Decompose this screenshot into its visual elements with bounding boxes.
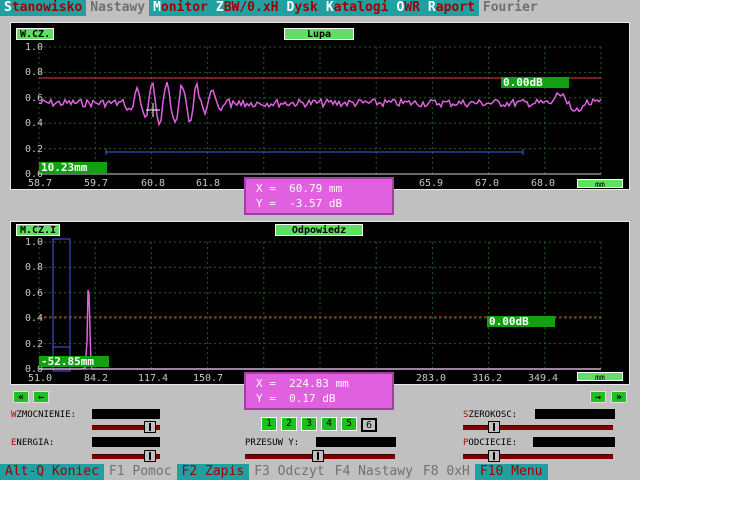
menu-item-raport[interactable]: Raport (423, 0, 479, 16)
x-tick: 65.9 (418, 178, 444, 189)
y-tick: 0.4 (24, 313, 43, 324)
y-tick: 0.8 (24, 262, 43, 273)
gate-window (52, 238, 71, 372)
channel-button-5[interactable]: 5 (341, 417, 357, 431)
fkey-f4-nastawy[interactable]: F4 Nastawy (330, 464, 418, 480)
x-tick: 61.8 (195, 178, 221, 189)
application-window: Stanowisko Nastawy Monitor ZBW/0.xH Dysk Kata… (0, 0, 640, 480)
threshold-db-label: 0.00dB (501, 77, 569, 88)
magnifier-tag[interactable]: Lupa (284, 28, 354, 40)
cutoff-label: PODCIECIE: (463, 438, 518, 448)
x-tick: 58.7 (27, 178, 53, 189)
menu-item-owr[interactable]: OWR (392, 0, 424, 16)
cursor-position-value: -52.85mm (39, 356, 109, 367)
y-tick: 0.8 (24, 67, 43, 78)
channel-button-6[interactable]: 6 (361, 418, 377, 432)
readout-x: X = 224.83 mm (256, 377, 349, 390)
function-key-bar: Alt-Q Koniec F1 Pomoc F2 Zapis F3 Odczyt F4 … (0, 464, 640, 480)
y-tick: 0.6 (24, 93, 43, 104)
fkey-f2-zapis[interactable]: F2 Zapis (176, 464, 250, 480)
x-tick: 150.7 (192, 373, 224, 384)
menu-item-katalogi[interactable]: Katalogi (321, 0, 393, 16)
scroll-left-button[interactable]: ← (33, 391, 49, 403)
magnifier-panel[interactable]: W.CZ. Lupa 1.0 0.8 0.6 0.4 0.2 0.0 0.00d… (10, 22, 630, 190)
channel-button-3[interactable]: 3 (301, 417, 317, 431)
y-tick: 1.0 (24, 42, 43, 53)
scroll-first-button[interactable]: « (13, 391, 29, 403)
channel-button-2[interactable]: 2 (281, 417, 297, 431)
response-tag[interactable]: Odpowiedz (275, 224, 363, 236)
gain-label: WZMOCNIENIE: (11, 410, 77, 420)
scroll-last-button[interactable]: » (611, 391, 627, 403)
x-tick: 84.2 (83, 373, 109, 384)
x-tick: 316.2 (471, 373, 503, 384)
menu-item-dysk[interactable]: Dysk (282, 0, 322, 16)
channel-button-1[interactable]: 1 (261, 417, 277, 431)
frequency-tag[interactable]: W.CZ. (16, 28, 55, 40)
shift-y-slider-thumb[interactable] (312, 450, 324, 462)
x-tick: 117.4 (137, 373, 169, 384)
x-tick: 60.8 (140, 178, 166, 189)
shift-y-value-box (316, 437, 396, 447)
menu-item-zbw-0-xh[interactable]: ZBW/0.xH (211, 0, 283, 16)
fkey-alt-q-koniec[interactable]: Alt-Q Koniec (0, 464, 104, 480)
x-tick: 283.0 (415, 373, 447, 384)
cursor-readout-top: X = 60.79 mm Y = -3.57 dB (244, 177, 394, 215)
x-tick: 67.0 (474, 178, 500, 189)
width-label: SZEROKOSC: (463, 410, 518, 420)
readout-y: Y = 0.17 dB (256, 392, 336, 405)
cutoff-slider-track[interactable] (463, 454, 613, 459)
shift-y-label: PRZESUW Y: (245, 438, 300, 448)
y-tick: 0.4 (24, 118, 43, 129)
menu-item-stanowisko[interactable]: Stanowisko (0, 0, 87, 16)
gain-slider-thumb[interactable] (144, 421, 156, 433)
unit-button[interactable]: mm (577, 179, 623, 189)
y-tick: 0.2 (24, 144, 43, 155)
x-tick: 51.0 (27, 373, 53, 384)
fkey-f3-odczyt[interactable]: F3 Odczyt (249, 464, 329, 480)
scroll-right-button[interactable]: → (590, 391, 606, 403)
readout-y: Y = -3.57 dB (256, 197, 343, 210)
x-tick: 68.0 (530, 178, 556, 189)
energy-slider-thumb[interactable] (144, 450, 156, 462)
threshold-db-label: 0.00dB (487, 316, 555, 327)
y-tick: 0.6 (24, 288, 43, 299)
response-panel[interactable]: M.CZ.I Odpowiedz 1.0 0.8 0.6 0.4 0.2 0.0… (10, 221, 630, 385)
energy-value-box (92, 437, 160, 447)
width-slider-track[interactable] (463, 425, 613, 430)
gain-value-box (92, 409, 160, 419)
x-tick: 59.7 (83, 178, 109, 189)
main-menu-bar: Stanowisko Nastawy Monitor ZBW/0.xH Dysk Kata… (0, 0, 640, 16)
fkey-f10-menu[interactable]: F10 Menu (474, 464, 548, 480)
width-slider-thumb[interactable] (488, 421, 500, 433)
readout-x: X = 60.79 mm (256, 182, 343, 195)
channel-button-4[interactable]: 4 (321, 417, 337, 431)
cutoff-slider-thumb[interactable] (488, 450, 500, 462)
cursor-width-value: 10.23mm (39, 162, 107, 173)
energy-label: ENERGIA: (11, 438, 55, 448)
y-tick: 1.0 (24, 237, 43, 248)
menu-item-nastawy[interactable]: Nastawy (86, 0, 150, 16)
unit-button[interactable]: mm (577, 372, 623, 382)
x-tick: 349.4 (527, 373, 559, 384)
cutoff-value-box (533, 437, 615, 447)
fkey-f1-pomoc[interactable]: F1 Pomoc (104, 464, 177, 480)
fkey-f8-0xh[interactable]: F8 0xH (418, 464, 475, 480)
menu-item-fourier[interactable]: Fourier (478, 0, 542, 16)
menu-item-monitor[interactable]: Monitor (149, 0, 212, 16)
cursor-readout-bottom: X = 224.83 mm Y = 0.17 dB (244, 372, 394, 410)
y-tick: 0.2 (24, 339, 43, 350)
width-value-box (535, 409, 615, 419)
frequency-tag[interactable]: M.CZ.I (16, 224, 61, 236)
